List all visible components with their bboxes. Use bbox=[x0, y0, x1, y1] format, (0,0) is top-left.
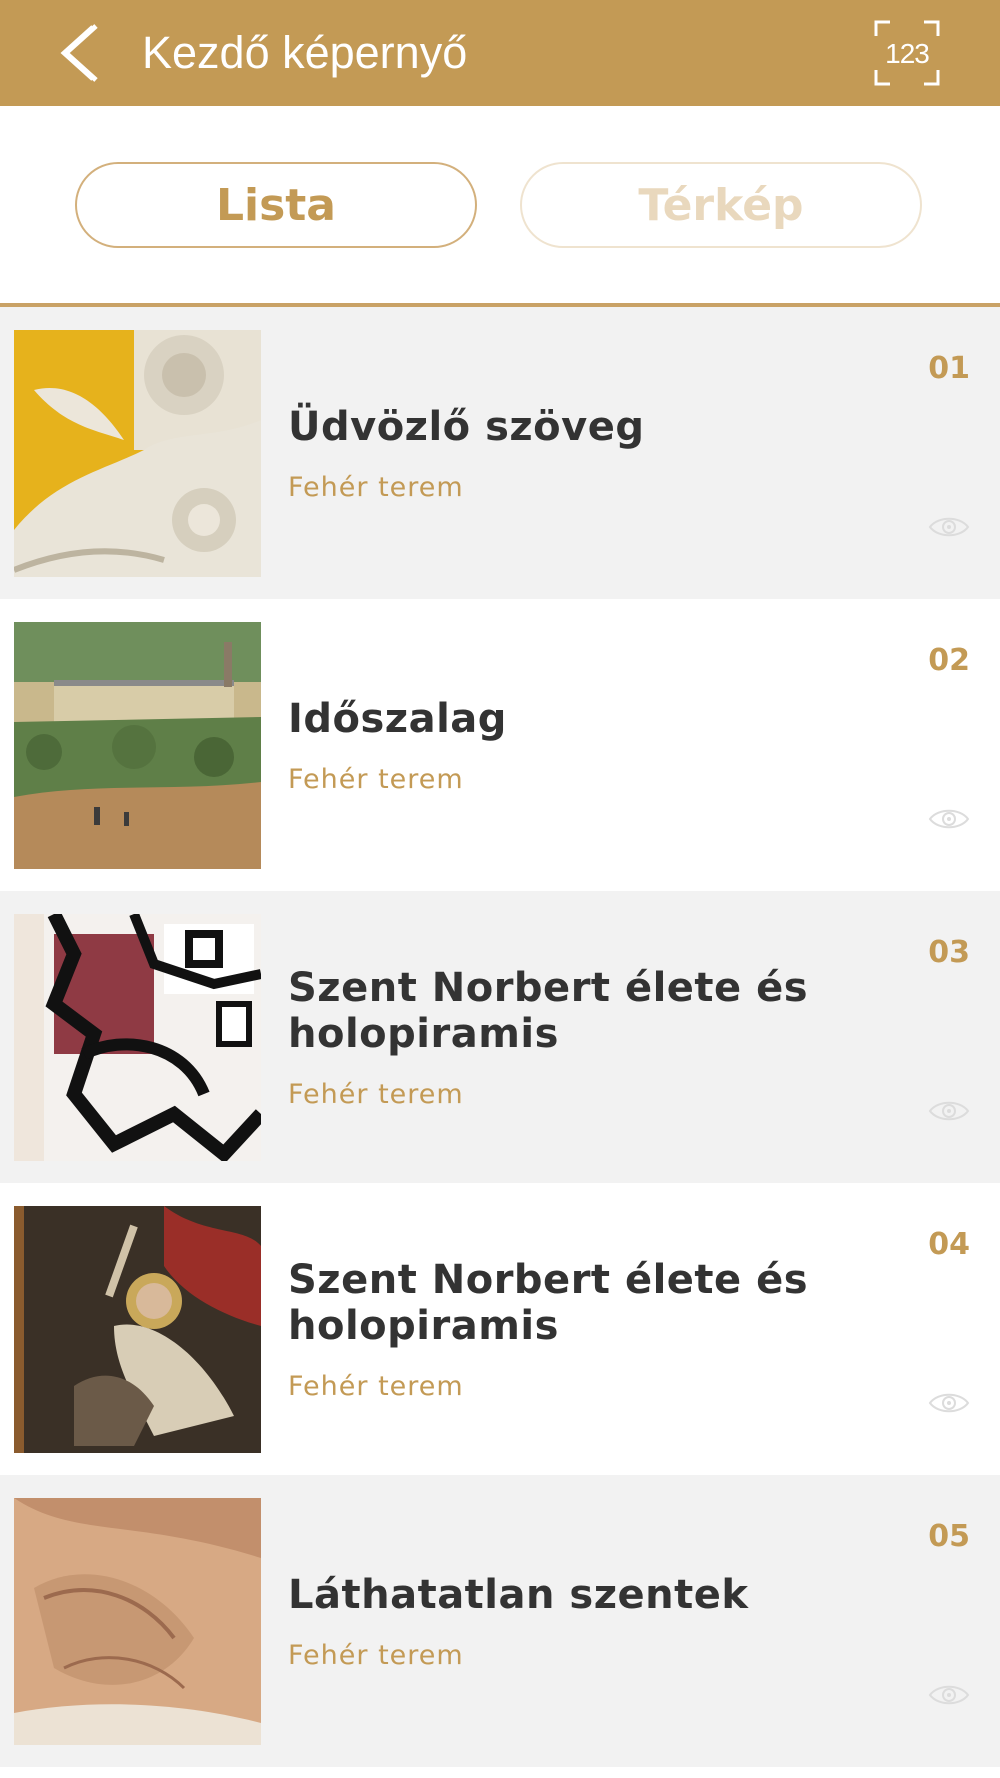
exhibit-list: Üdvözlő szöveg Fehér terem 01 Időszalag … bbox=[0, 307, 1000, 1767]
thumbnail-image bbox=[14, 330, 261, 577]
page-title: Kezdő képernyő bbox=[142, 27, 468, 78]
list-item[interactable]: Üdvözlő szöveg Fehér terem 01 bbox=[0, 307, 1000, 599]
item-number: 02 bbox=[928, 643, 970, 678]
top-bar: Kezdő képernyő 123 bbox=[0, 0, 1000, 106]
eye-icon[interactable] bbox=[928, 512, 970, 542]
item-number: 01 bbox=[928, 351, 970, 386]
item-number: 03 bbox=[928, 935, 970, 970]
list-item[interactable]: Láthatatlan szentek Fehér terem 05 bbox=[0, 1475, 1000, 1767]
chevron-left-icon bbox=[60, 24, 98, 82]
view-switcher: Lista Térkép bbox=[0, 106, 1000, 306]
item-title: Időszalag bbox=[288, 695, 507, 742]
item-location: Fehér terem bbox=[288, 1639, 464, 1671]
thumbnail-image bbox=[14, 622, 261, 869]
list-item[interactable]: Időszalag Fehér terem 02 bbox=[0, 599, 1000, 891]
eye-icon[interactable] bbox=[928, 1680, 970, 1710]
thumbnail-image bbox=[14, 914, 261, 1161]
tab-map[interactable]: Térkép bbox=[520, 162, 922, 248]
eye-icon[interactable] bbox=[928, 1388, 970, 1418]
list-item[interactable]: Szent Norbert élete és holopiramis Fehér… bbox=[0, 1183, 1000, 1475]
tab-list[interactable]: Lista bbox=[75, 162, 477, 248]
item-location: Fehér terem bbox=[288, 471, 464, 503]
thumbnail-image bbox=[14, 1206, 261, 1453]
back-button[interactable] bbox=[56, 22, 106, 84]
item-title: Szent Norbert élete és holopiramis bbox=[288, 964, 809, 1057]
number-entry-button[interactable]: 123 bbox=[874, 20, 940, 86]
thumbnail-image bbox=[14, 1498, 261, 1745]
svg-text:123: 123 bbox=[885, 38, 929, 69]
item-location: Fehér terem bbox=[288, 1078, 464, 1110]
item-number: 05 bbox=[928, 1519, 970, 1554]
number-entry-icon: 123 bbox=[874, 20, 940, 86]
eye-icon[interactable] bbox=[928, 804, 970, 834]
item-number: 04 bbox=[928, 1227, 970, 1262]
item-location: Fehér terem bbox=[288, 1370, 464, 1402]
list-item[interactable]: Szent Norbert élete és holopiramis Fehér… bbox=[0, 891, 1000, 1183]
item-location: Fehér terem bbox=[288, 763, 464, 795]
item-title: Szent Norbert élete és holopiramis bbox=[288, 1256, 809, 1349]
item-title: Üdvözlő szöveg bbox=[288, 403, 645, 450]
eye-icon[interactable] bbox=[928, 1096, 970, 1126]
item-title: Láthatatlan szentek bbox=[288, 1571, 749, 1618]
